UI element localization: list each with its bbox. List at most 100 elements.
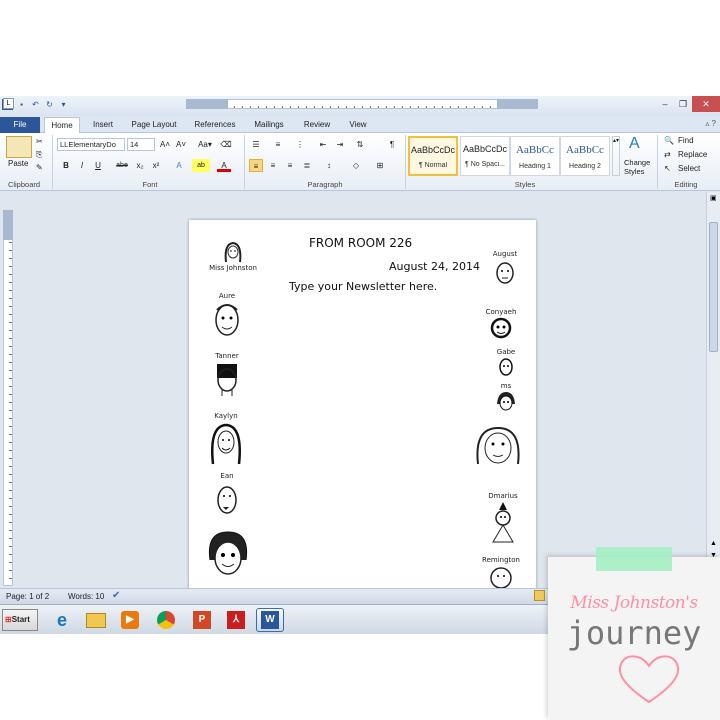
font-name-combo[interactable]: LLElementaryDo bbox=[57, 138, 125, 151]
change-styles-label-2[interactable]: Styles bbox=[624, 167, 644, 176]
align-center-icon[interactable]: ≡ bbox=[266, 159, 280, 172]
style-normal[interactable]: AaBbCcDc ¶ Normal bbox=[408, 136, 458, 176]
format-painter-icon[interactable]: ✎ bbox=[36, 163, 43, 172]
paste-button[interactable]: Paste bbox=[8, 159, 28, 168]
student-name: Kaylyn bbox=[214, 412, 238, 420]
tab-home[interactable]: Home bbox=[44, 117, 80, 133]
select-button[interactable]: Select bbox=[678, 164, 700, 173]
document-page[interactable]: FROM ROOM 226 August 24, 2014 Type your … bbox=[189, 220, 536, 600]
shading-icon[interactable]: ◇ bbox=[349, 159, 363, 172]
student-drawing: Dmarius bbox=[483, 492, 523, 544]
horizontal-ruler[interactable] bbox=[186, 99, 538, 109]
clipboard-icon[interactable] bbox=[6, 136, 32, 158]
show-formatting-icon[interactable]: ¶ bbox=[385, 138, 399, 151]
student-drawing: Ean bbox=[205, 472, 249, 520]
windows-logo-icon: ⊞ bbox=[5, 615, 12, 624]
ribbon-minimize-help[interactable]: ▵ ? bbox=[705, 119, 716, 128]
text-effects-button[interactable]: A bbox=[172, 159, 186, 172]
ruler-toggle-icon[interactable]: ▣ bbox=[710, 194, 717, 202]
student-drawing: Aure bbox=[205, 292, 249, 344]
tab-page-layout[interactable]: Page Layout bbox=[124, 117, 184, 133]
close-icon[interactable]: ✕ bbox=[692, 96, 720, 112]
newsletter-date[interactable]: August 24, 2014 bbox=[389, 260, 480, 273]
window-controls: – ❐ ✕ bbox=[656, 96, 720, 112]
face-drawing-icon bbox=[476, 426, 520, 465]
styles-scroll-icon[interactable]: ▴▾ bbox=[612, 136, 620, 176]
style-heading-2-sample: AaBbCc bbox=[566, 144, 604, 156]
highlight-button[interactable]: ab bbox=[192, 159, 210, 172]
ruler-top-margin[interactable] bbox=[3, 210, 13, 240]
scroll-up-icon[interactable]: ▲ bbox=[710, 540, 717, 547]
shrink-font-icon[interactable]: A˅ bbox=[174, 138, 188, 151]
powerpoint-icon[interactable]: P bbox=[188, 608, 216, 632]
font-size-combo[interactable]: 14 bbox=[127, 138, 155, 151]
start-button[interactable]: ⊞Start bbox=[2, 609, 38, 631]
bold-button[interactable]: B bbox=[59, 159, 73, 172]
style-heading-2[interactable]: AaBbCc Heading 2 bbox=[560, 136, 610, 176]
replace-icon[interactable]: ⇄ bbox=[664, 150, 671, 159]
align-left-icon[interactable]: ≡ bbox=[249, 159, 263, 172]
tab-selector-icon[interactable]: L bbox=[3, 98, 14, 109]
vertical-ruler[interactable] bbox=[3, 210, 13, 586]
tab-view[interactable]: View bbox=[340, 117, 376, 133]
brand-title: Miss Johnston's bbox=[570, 593, 698, 613]
borders-icon[interactable]: ⊞ bbox=[373, 159, 387, 172]
underline-button[interactable]: U bbox=[91, 159, 105, 172]
find-icon[interactable]: 🔍 bbox=[664, 136, 674, 145]
tab-mailings[interactable]: Mailings bbox=[246, 117, 292, 133]
clear-formatting-icon[interactable]: ⌫ bbox=[219, 138, 233, 151]
word-taskbar-icon[interactable]: W bbox=[256, 608, 284, 632]
change-styles-icon[interactable]: A bbox=[629, 135, 640, 153]
file-explorer-icon[interactable] bbox=[82, 608, 110, 632]
justify-icon[interactable]: ≣ bbox=[300, 159, 314, 172]
subscript-button[interactable]: x₂ bbox=[133, 159, 147, 172]
tab-references[interactable]: References bbox=[188, 117, 242, 133]
restore-icon[interactable]: ❐ bbox=[674, 96, 692, 112]
change-styles-label-1[interactable]: Change bbox=[624, 158, 650, 167]
newsletter-heading[interactable]: FROM ROOM 226 bbox=[309, 236, 412, 250]
cut-icon[interactable]: ✂ bbox=[36, 137, 43, 146]
separator bbox=[52, 135, 53, 189]
align-right-icon[interactable]: ≡ bbox=[283, 159, 297, 172]
student-name: ms bbox=[500, 382, 512, 390]
grow-font-icon[interactable]: A˄ bbox=[158, 138, 172, 151]
vertical-scrollbar[interactable]: ▣ ▲ ▼ bbox=[706, 192, 720, 588]
change-case-icon[interactable]: Aa▾ bbox=[195, 138, 215, 151]
student-name: Tanner bbox=[215, 352, 239, 360]
bullets-icon[interactable]: ☰ bbox=[249, 138, 263, 151]
minimize-icon[interactable]: – bbox=[656, 96, 674, 112]
proofing-icon[interactable]: ✔ bbox=[112, 590, 120, 601]
copy-icon[interactable]: ⎘ bbox=[36, 150, 42, 160]
view-print-layout-icon[interactable] bbox=[534, 590, 545, 601]
italic-button[interactable]: I bbox=[75, 159, 89, 172]
style-heading-1[interactable]: AaBbCc Heading 1 bbox=[510, 136, 560, 176]
tab-file[interactable]: File bbox=[0, 117, 40, 133]
word-count[interactable]: Words: 10 bbox=[68, 592, 104, 601]
student-drawing: August bbox=[485, 250, 525, 288]
replace-button[interactable]: Replace bbox=[678, 150, 707, 159]
find-button[interactable]: Find bbox=[678, 136, 694, 145]
style-heading-2-name: Heading 2 bbox=[569, 163, 601, 170]
acrobat-icon[interactable]: ⅄ bbox=[222, 608, 250, 632]
sort-icon[interactable]: ⇅ bbox=[353, 138, 367, 151]
decrease-indent-icon[interactable]: ⇤ bbox=[316, 138, 330, 151]
tab-review[interactable]: Review bbox=[298, 117, 336, 133]
ruler-right-margin[interactable] bbox=[497, 99, 538, 109]
scroll-thumb[interactable] bbox=[709, 222, 718, 352]
superscript-button[interactable]: x² bbox=[149, 159, 163, 172]
line-spacing-icon[interactable]: ↕ bbox=[322, 159, 336, 172]
newsletter-body[interactable]: Type your Newsletter here. bbox=[289, 280, 437, 293]
style-no-spacing[interactable]: AaBbCcDc ¶ No Spaci... bbox=[460, 136, 510, 176]
chrome-icon[interactable] bbox=[152, 608, 180, 632]
media-player-icon[interactable]: ▶ bbox=[116, 608, 144, 632]
select-icon[interactable]: ↖ bbox=[664, 164, 671, 173]
page-count[interactable]: Page: 1 of 2 bbox=[6, 592, 49, 601]
multilevel-list-icon[interactable]: ⋮ bbox=[293, 138, 307, 151]
numbering-icon[interactable]: ≡ bbox=[271, 138, 285, 151]
ruler-left-margin[interactable] bbox=[186, 99, 228, 109]
internet-explorer-icon[interactable]: e bbox=[48, 608, 76, 632]
font-color-button[interactable]: A bbox=[217, 159, 231, 172]
tab-insert[interactable]: Insert bbox=[86, 117, 120, 133]
strikethrough-button[interactable]: abe bbox=[113, 159, 131, 172]
increase-indent-icon[interactable]: ⇥ bbox=[333, 138, 347, 151]
